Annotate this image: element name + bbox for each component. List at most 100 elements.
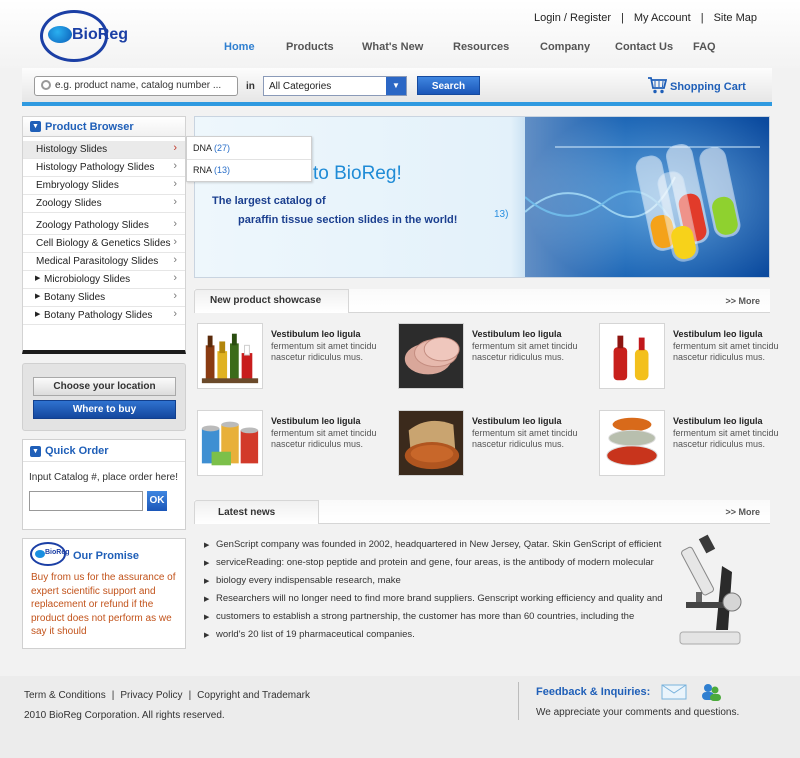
chevron-right-icon: › [173, 196, 177, 208]
sidebar-item-zoology[interactable]: Zoology Slides › [23, 195, 185, 213]
chevron-right-icon: › [173, 272, 177, 284]
product-card[interactable]: Vestibulum leo ligula fermentum sit amet… [197, 410, 387, 480]
copyright-link[interactable]: Copyright and Trademark [197, 690, 310, 701]
catalog-number-input[interactable] [29, 491, 143, 511]
product-card[interactable]: Vestibulum leo ligula fermentum sit amet… [599, 410, 789, 480]
product-card[interactable]: Vestibulum leo ligula fermentum sit amet… [197, 323, 387, 393]
product-card[interactable]: Vestibulum leo ligula fermentum sit amet… [599, 323, 789, 393]
chevron-right-icon: › [173, 290, 177, 302]
sidebar-item-cell-biology[interactable]: Cell Biology & Genetics Slides › [23, 235, 185, 253]
category-select-value: All Categories [269, 81, 332, 92]
news-item[interactable]: ▶ GenScript company was founded in 2002, … [204, 539, 661, 550]
where-to-buy-button[interactable]: Where to buy [33, 400, 176, 419]
choose-location-button[interactable]: Choose your location [33, 377, 176, 396]
bullet-icon: ▶ [35, 311, 41, 318]
chevron-down-icon[interactable]: ▼ [30, 446, 41, 457]
chevron-right-icon: › [173, 236, 177, 248]
chevron-right-icon: › [173, 178, 177, 190]
grain-sack-image [398, 410, 464, 476]
flyout-item-rna[interactable]: RNA (13) [193, 165, 230, 175]
subcategory-flyout: DNA (27) RNA (13) [186, 136, 312, 182]
my-account-link[interactable]: My Account [634, 12, 691, 24]
category-select[interactable]: All Categories ▼ [263, 76, 407, 96]
product-title[interactable]: Vestibulum leo ligula [673, 416, 763, 426]
search-placeholder: e.g. product name, catalog number ... [55, 80, 222, 91]
privacy-link[interactable]: Privacy Policy [120, 690, 182, 701]
sidebar-item-embryology[interactable]: Embryology Slides › [23, 177, 185, 195]
microscope-image [679, 534, 742, 645]
quick-order-instruction: Input Catalog #, place order here! [29, 472, 178, 483]
product-card[interactable]: Vestibulum leo ligula fermentum sit amet… [398, 410, 588, 480]
showcase-more-link[interactable]: >> More [725, 296, 760, 306]
logo-text: BioReg [72, 26, 128, 43]
login-register-link[interactable]: Login / Register [534, 12, 611, 24]
news-item[interactable]: ▶ customers to establish a strong partner… [204, 611, 634, 622]
shopping-cart-icon[interactable] [647, 76, 667, 94]
sidebar-item-histology-pathology[interactable]: Histology Pathology Slides › [23, 159, 185, 177]
our-promise-box: BioReg Our Promise Buy from us for the a… [22, 538, 186, 649]
sidebar-item-histology[interactable]: Histology Slides › [23, 141, 185, 159]
product-desc: fermentum sit amet tincidu nascetur ridi… [472, 341, 578, 362]
nav-resources[interactable]: Resources [453, 41, 509, 53]
search-button[interactable]: Search [417, 76, 480, 95]
product-desc: fermentum sit amet tincidu nascetur ridi… [472, 428, 578, 449]
terms-link[interactable]: Term & Conditions [24, 690, 106, 701]
shopping-cart-link[interactable]: Shopping Cart [670, 81, 746, 93]
chevron-right-icon: › [173, 254, 177, 266]
banner-title: to BioReg! [313, 163, 402, 184]
news-item[interactable]: ▶ Researchers will no longer need to find… [204, 593, 663, 604]
flyout-item-dna[interactable]: DNA (27) [193, 143, 230, 153]
sauce-bottles-image [599, 323, 665, 389]
banner-partial-text: 13) [494, 209, 509, 220]
news-more-link[interactable]: >> More [725, 507, 760, 517]
product-title[interactable]: Vestibulum leo ligula [673, 329, 763, 339]
bioreg-small-logo: BioReg [30, 542, 70, 566]
top-links: Login / Register | My Account | Site Map [533, 12, 757, 24]
sidebar-item-zoology-pathology[interactable]: Zoology Pathology Slides › [23, 217, 185, 235]
showcase-title: New product showcase [210, 295, 322, 306]
product-title[interactable]: Vestibulum leo ligula [472, 416, 562, 426]
nav-contact-us[interactable]: Contact Us [615, 41, 673, 53]
arrow-right-icon: ▶ [204, 632, 210, 639]
divider [187, 159, 311, 160]
nav-faq[interactable]: FAQ [693, 41, 716, 53]
ok-button[interactable]: OK [147, 491, 167, 511]
nav-company[interactable]: Company [540, 41, 590, 53]
footer-links: Term & Conditions | Privacy Policy | Copyrig… [24, 690, 311, 701]
product-desc: fermentum sit amet tincidu nascetur ridi… [673, 341, 779, 362]
sidebar-item-botany[interactable]: ▶ Botany Slides › [23, 289, 185, 307]
news-item[interactable]: ▶ serviceReading: one-stop peptide and pr… [204, 557, 654, 568]
bottles-image [197, 323, 263, 389]
bullet-icon: ▶ [35, 293, 41, 300]
promise-title: Our Promise [73, 550, 140, 562]
product-title[interactable]: Vestibulum leo ligula [271, 416, 361, 426]
news-title: Latest news [218, 507, 276, 518]
news-header: Latest news >> More [194, 500, 770, 524]
product-title[interactable]: Vestibulum leo ligula [472, 329, 562, 339]
showcase-header: New product showcase >> More [194, 289, 770, 313]
nav-home[interactable]: Home [224, 41, 255, 53]
sidebar-item-botany-pathology[interactable]: ▶ Botany Pathology Slides › [23, 307, 185, 325]
product-title[interactable]: Vestibulum leo ligula [271, 329, 361, 339]
chevron-down-icon[interactable]: ▼ [386, 77, 406, 95]
logo-globe-icon [35, 550, 45, 558]
search-input[interactable]: e.g. product name, catalog number ... [34, 76, 238, 96]
chevron-down-icon[interactable]: ▼ [30, 121, 41, 132]
location-box: Choose your location Where to buy [22, 363, 186, 431]
copyright-text: 2010 BioReg Corporation. All rights rese… [24, 710, 225, 721]
chevron-right-icon: › [173, 142, 177, 154]
nav-whats-new[interactable]: What's New [362, 41, 423, 53]
sidebar-item-microbiology[interactable]: ▶ Microbiology Slides › [23, 271, 185, 289]
product-desc: fermentum sit amet tincidu nascetur ridi… [673, 428, 779, 449]
product-card[interactable]: Vestibulum leo ligula fermentum sit amet… [398, 323, 588, 393]
people-icon[interactable] [700, 681, 722, 703]
news-item[interactable]: ▶ biology every indispensable research, m… [204, 575, 401, 586]
mail-icon[interactable] [661, 684, 687, 700]
nav-products[interactable]: Products [286, 41, 334, 53]
site-map-link[interactable]: Site Map [714, 12, 757, 24]
news-item[interactable]: ▶ world's 20 list of 19 pharmaceutical co… [204, 629, 415, 640]
bioreg-logo[interactable]: BioReg [40, 10, 128, 62]
arrow-right-icon: ▶ [204, 560, 210, 567]
quick-order-box: ▼ Quick Order Input Catalog #, place ord… [22, 439, 186, 530]
sidebar-item-medical-parasitology[interactable]: Medical Parasitology Slides › [23, 253, 185, 271]
